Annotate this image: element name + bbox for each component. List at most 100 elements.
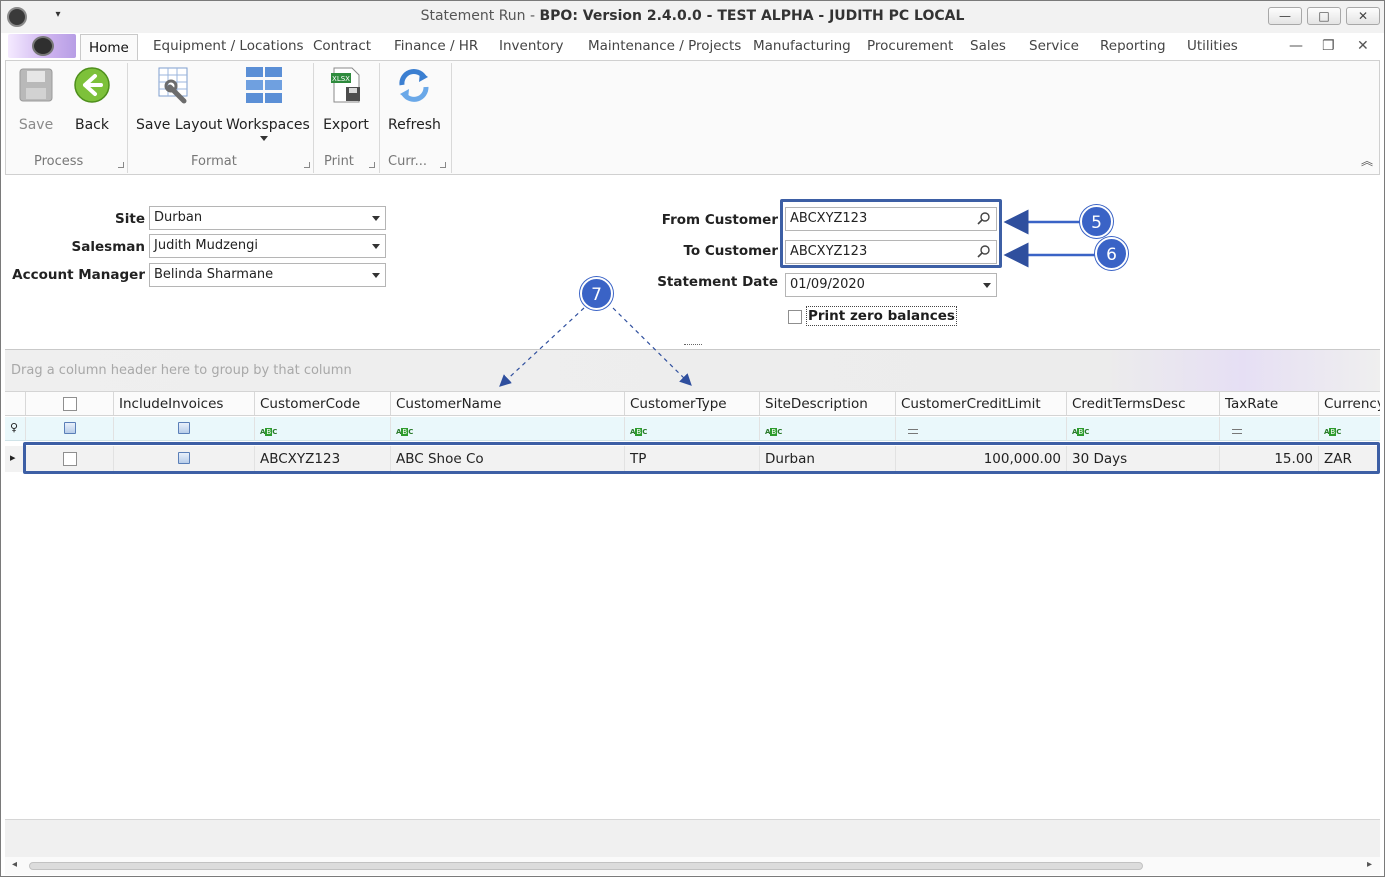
account-manager-value: Belinda Sharmane [154, 267, 274, 282]
group-by-panel[interactable]: Drag a column header here to group by th… [5, 350, 1380, 391]
filter-customercode[interactable]: ABC [254, 417, 390, 440]
tab-procurement[interactable]: Procurement [867, 38, 953, 60]
account-manager-combo[interactable]: Belinda Sharmane [149, 263, 386, 287]
text-filter-icon: ABC [1072, 427, 1089, 437]
status-bar [5, 819, 1380, 857]
filter-includeinvoices[interactable] [113, 417, 254, 440]
tab-maintenance-projects[interactable]: Maintenance / Projects [588, 38, 741, 60]
window-title: Statement Run - BPO: Version 2.4.0.0 - T… [1, 8, 1384, 24]
group-separator [379, 63, 380, 173]
filter-credittermsdesc[interactable]: ABC [1066, 417, 1219, 440]
splitter-handle[interactable] [684, 344, 702, 347]
dropdown-arrow-icon[interactable] [372, 273, 380, 278]
select-all-header[interactable] [25, 392, 113, 415]
minimize-button[interactable]: — [1268, 7, 1302, 25]
tab-finance-hr[interactable]: Finance / HR [394, 38, 478, 60]
text-filter-icon: ABC [630, 427, 647, 437]
close-button[interactable]: ✕ [1346, 7, 1380, 25]
tab-service[interactable]: Service [1029, 38, 1079, 60]
column-header-customercode[interactable]: CustomerCode [254, 392, 390, 415]
application-menu-button[interactable] [8, 34, 76, 58]
filter-customertype[interactable]: ABC [624, 417, 759, 440]
column-header-taxrate[interactable]: TaxRate [1219, 392, 1318, 415]
print-zero-balances-checkbox[interactable] [788, 310, 802, 324]
filter-customercreditlimit[interactable] [895, 417, 1066, 440]
print-group-launcher[interactable] [369, 162, 375, 168]
column-header-customercreditlimit[interactable]: CustomerCreditLimit [895, 392, 1066, 415]
row-highlight [23, 442, 1380, 474]
ribbon-tabs: Home Equipment / Locations Contract Fina… [1, 34, 1384, 61]
tab-sales[interactable]: Sales [970, 38, 1006, 60]
tab-manufacturing[interactable]: Manufacturing [753, 38, 851, 60]
dropdown-arrow-icon[interactable] [983, 283, 991, 288]
tab-utilities[interactable]: Utilities [1187, 38, 1238, 60]
text-filter-icon: ABC [396, 427, 413, 437]
group-format-label: Format [191, 154, 237, 169]
title-bar: ▾ Statement Run - BPO: Version 2.4.0.0 -… [1, 1, 1384, 33]
column-header-credittermsdesc[interactable]: CreditTermsDesc [1066, 392, 1219, 415]
column-header-includeinvoices[interactable]: IncludeInvoices [113, 392, 254, 415]
ribbon-panel: Save Back Process Save Layout Workspaces… [5, 60, 1380, 175]
workspaces-label: Workspaces [226, 117, 310, 133]
column-header-customername[interactable]: CustomerName [390, 392, 624, 415]
mdi-minimize-button[interactable]: — [1289, 38, 1303, 54]
window-title-main: BPO: Version 2.4.0.0 - TEST ALPHA - JUDI… [539, 8, 965, 24]
process-group-launcher[interactable] [118, 162, 124, 168]
refresh-label: Refresh [388, 117, 441, 133]
tab-reporting[interactable]: Reporting [1100, 38, 1166, 60]
tab-inventory[interactable]: Inventory [499, 38, 563, 60]
save-label: Save [18, 117, 54, 133]
tab-home[interactable]: Home [80, 34, 138, 61]
statement-date-picker[interactable]: 01/09/2020 [785, 273, 997, 297]
dropdown-arrow-icon[interactable] [372, 216, 380, 221]
workspaces-button[interactable]: Workspaces [226, 65, 310, 141]
window-title-prefix: Statement Run - [420, 8, 540, 24]
site-combo[interactable]: Durban [149, 206, 386, 230]
filter-taxrate[interactable] [1219, 417, 1318, 440]
print-zero-balances-label[interactable]: Print zero balances [806, 306, 957, 326]
dropdown-arrow-icon[interactable] [372, 244, 380, 249]
group-process-label: Process [34, 154, 84, 169]
filter-sitedescription[interactable]: ABC [759, 417, 895, 440]
format-group-launcher[interactable] [304, 162, 310, 168]
app-menu-logo-icon [32, 36, 54, 56]
horizontal-scrollbar[interactable]: ◂ ▸ [5, 857, 1380, 875]
filter-customername[interactable]: ABC [390, 417, 624, 440]
account-manager-label: Account Manager [12, 267, 145, 283]
filter-select[interactable] [25, 417, 113, 440]
statement-date-value: 01/09/2020 [790, 277, 865, 292]
mdi-close-button[interactable]: ✕ [1357, 38, 1369, 54]
mdi-restore-button[interactable]: ❐ [1322, 38, 1335, 54]
maximize-button[interactable]: □ [1307, 7, 1341, 25]
scroll-right-icon[interactable]: ▸ [1367, 859, 1372, 870]
abc-c: C [408, 428, 414, 436]
column-header-customertype[interactable]: CustomerType [624, 392, 759, 415]
select-all-checkbox[interactable] [63, 397, 77, 411]
annotation-badge-5: 5 [1080, 205, 1113, 238]
scroll-left-icon[interactable]: ◂ [12, 859, 17, 870]
to-customer-label: To Customer [683, 243, 778, 259]
save-layout-button[interactable]: Save Layout [136, 65, 222, 133]
customer-grid: Drag a column header here to group by th… [5, 344, 1380, 819]
customer-range-highlight [780, 199, 1002, 268]
curr-group-launcher[interactable] [440, 162, 446, 168]
salesman-label: Salesman [71, 239, 145, 255]
export-label: Export [323, 117, 369, 133]
back-button[interactable]: Back [72, 65, 112, 133]
group-curr-label: Curr... [388, 154, 427, 169]
filter-currency[interactable]: ABC [1318, 417, 1380, 440]
save-button[interactable]: Save [16, 65, 56, 133]
annotation-badge-7: 7 [580, 277, 613, 310]
export-button[interactable]: XLSX Export [322, 65, 370, 133]
tab-contract[interactable]: Contract [313, 38, 371, 60]
equals-filter-icon [1232, 429, 1242, 434]
column-header-sitedescription[interactable]: SiteDescription [759, 392, 895, 415]
grid-header-row: IncludeInvoices CustomerCode CustomerNam… [5, 391, 1380, 416]
column-header-currency[interactable]: Currency [1318, 392, 1380, 415]
collapse-ribbon-button[interactable]: ︽ [1361, 152, 1373, 169]
refresh-button[interactable]: Refresh [388, 65, 441, 133]
filter-edit-icon [178, 422, 190, 434]
scroll-thumb[interactable] [29, 862, 1143, 870]
salesman-combo[interactable]: Judith Mudzengi [149, 234, 386, 258]
tab-equipment-locations[interactable]: Equipment / Locations [153, 38, 304, 60]
